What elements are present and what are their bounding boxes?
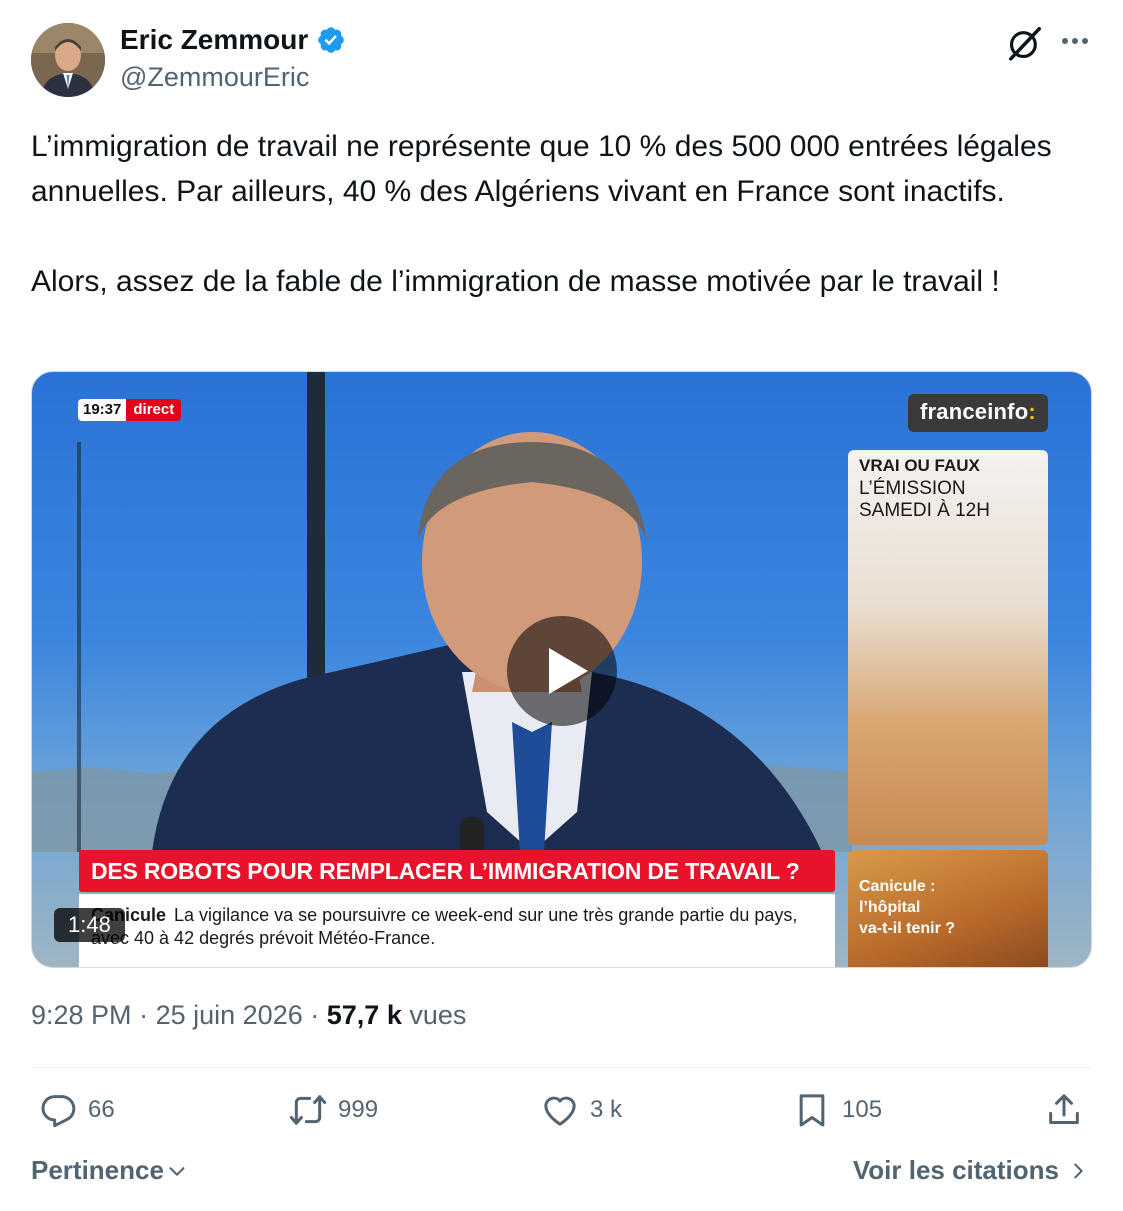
promo-panel-secondary: Canicule : l’hôpital va-t-il tenir ? [848, 850, 1048, 967]
repost-icon [289, 1095, 327, 1125]
live-label: direct [126, 399, 182, 421]
channel-logo: franceinfo: [908, 394, 1048, 432]
views-count: 57,7 k [326, 1000, 402, 1030]
promo-line-3: SAMEDI À 12H [859, 500, 990, 521]
reply-button[interactable]: 66 [38, 1090, 115, 1130]
like-count: 3 k [590, 1096, 623, 1123]
tweet-meta: 9:28 PM · 25 juin 2026 · 57,7 k vues [31, 1000, 466, 1031]
sort-dropdown[interactable]: Pertinence [31, 1155, 188, 1186]
tweet-time[interactable]: 9:28 PM [31, 1000, 132, 1030]
share-icon [1049, 1094, 1079, 1124]
news-ticker: Canicule La vigilance va se poursuivre ce… [79, 894, 835, 967]
promo-line-1: VRAI OU FAUX [859, 456, 980, 475]
bookmark-button[interactable]: 105 [792, 1090, 882, 1130]
like-button[interactable]: 3 k [540, 1090, 622, 1130]
bookmark-count: 105 [842, 1096, 883, 1123]
sort-label: Pertinence [31, 1155, 164, 1185]
play-icon[interactable] [506, 615, 618, 727]
live-badge: 19:37 direct [78, 399, 182, 421]
promo-panel: VRAI OU FAUX L’ÉMISSION SAMEDI À 12H [848, 450, 1048, 845]
chevron-down-icon [169, 1166, 185, 1176]
reply-count: 66 [88, 1096, 115, 1123]
reply-icon [41, 1095, 76, 1128]
meta-separator: · [139, 1000, 149, 1030]
promo-secondary-text: Canicule : l’hôpital va-t-il tenir ? [859, 878, 956, 937]
channel-suffix: : [1028, 399, 1036, 424]
tweet-date[interactable]: 25 juin 2026 [156, 1000, 303, 1030]
live-clock: 19:37 [78, 399, 127, 421]
video-duration: 1:48 [54, 908, 125, 942]
tweet-text: L’immigration de travail ne représente q… [31, 130, 1052, 298]
chevron-right-icon [1074, 1163, 1083, 1178]
author-name[interactable]: Eric Zemmour [120, 24, 308, 56]
author-handle[interactable]: @ZemmourEric [120, 62, 309, 93]
views-label: vues [409, 1000, 467, 1030]
like-icon [544, 1096, 576, 1126]
more-icon[interactable] [1058, 28, 1092, 54]
headline-banner: DES ROBOTS POUR REMPLACER L’IMMIGRATION … [79, 850, 835, 892]
video-player[interactable]: 19:37 direct franceinfo: VRAI OU FAUX L’… [31, 371, 1092, 968]
meta-separator: · [310, 1000, 320, 1030]
avatar-image [31, 23, 105, 97]
share-button[interactable] [1044, 1090, 1084, 1130]
avatar[interactable] [31, 23, 105, 97]
repost-count: 999 [338, 1096, 379, 1123]
view-quotes-link[interactable]: Voir les citations [853, 1155, 1089, 1186]
action-bar: 66 999 3 k 105 [0, 1090, 1123, 1136]
divider [31, 1067, 1092, 1068]
verified-badge-icon [318, 27, 345, 53]
grok-icon[interactable] [1006, 24, 1044, 62]
bookmark-icon [799, 1094, 825, 1127]
promo-line-2: L’ÉMISSION [859, 478, 966, 499]
channel-name: franceinfo [920, 399, 1029, 424]
ticker-text: La vigilance va se poursuivre ce week-en… [91, 905, 798, 948]
quotes-label: Voir les citations [852, 1155, 1059, 1185]
repost-button[interactable]: 999 [288, 1090, 378, 1130]
